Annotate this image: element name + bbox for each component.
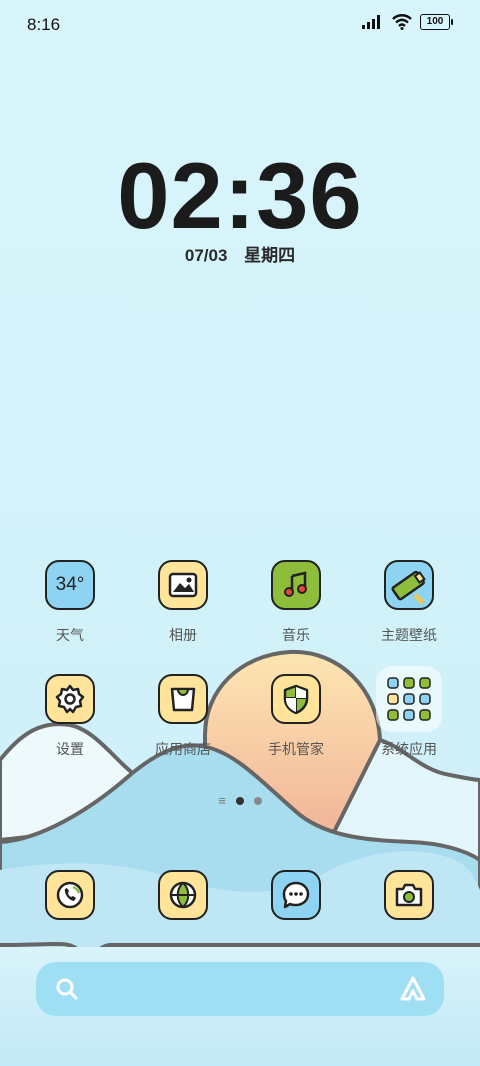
settings-icon: [45, 674, 95, 724]
dock-messages[interactable]: [241, 870, 351, 920]
app-music[interactable]: 音乐: [241, 560, 351, 645]
gallery-icon: [158, 560, 208, 610]
themes-icon: [384, 560, 434, 610]
clock-widget-date: 07/03 星期四: [0, 241, 480, 266]
signal-icon: [362, 15, 380, 29]
date-text: 07/03: [184, 246, 228, 265]
assistant-icon[interactable]: [398, 975, 428, 1003]
app-label: 主题壁纸: [381, 627, 437, 643]
page-dot-active[interactable]: [235, 797, 244, 805]
wifi-icon: [392, 14, 412, 30]
camera-icon: [384, 870, 434, 920]
phone-icon: [45, 870, 95, 920]
messages-icon: [271, 870, 321, 920]
dock-camera[interactable]: [354, 870, 464, 920]
app-settings[interactable]: 设置: [15, 674, 125, 759]
folder-icon: [376, 666, 442, 732]
app-store[interactable]: 应用商店: [128, 674, 238, 759]
app-label: 天气: [56, 627, 84, 643]
app-label: 应用商店: [155, 741, 211, 757]
music-icon: [271, 560, 321, 610]
menu-lines-icon[interactable]: ≡: [218, 794, 226, 807]
app-folder-system[interactable]: 系统应用: [354, 666, 464, 759]
app-label: 相册: [169, 627, 197, 643]
app-label: 设置: [56, 741, 84, 757]
weather-temp: 34°: [55, 574, 85, 595]
app-label: 手机管家: [268, 741, 324, 757]
app-store-icon: [158, 674, 208, 724]
clock-widget-time[interactable]: 02:36: [0, 142, 480, 250]
dock-browser[interactable]: [128, 870, 238, 920]
app-weather[interactable]: 34° 天气: [15, 560, 125, 645]
weekday-text: 星期四: [244, 246, 296, 265]
weather-icon: 34°: [45, 560, 95, 610]
search-icon: [56, 978, 78, 1000]
app-label: 音乐: [282, 627, 310, 643]
app-gallery[interactable]: 相册: [128, 560, 238, 645]
app-themes[interactable]: 主题壁纸: [354, 560, 464, 645]
dock-phone[interactable]: [15, 870, 125, 920]
security-icon: [271, 674, 321, 724]
battery-indicator: 100: [420, 14, 453, 30]
browser-icon: [158, 870, 208, 920]
app-security[interactable]: 手机管家: [241, 674, 351, 759]
page-dot[interactable]: [253, 797, 262, 805]
app-label: 系统应用: [381, 741, 437, 757]
status-bar: 8:16 100: [0, 0, 480, 48]
page-indicator: ≡: [0, 794, 480, 807]
search-bar[interactable]: [36, 962, 444, 1016]
status-time: 8:16: [27, 15, 61, 34]
